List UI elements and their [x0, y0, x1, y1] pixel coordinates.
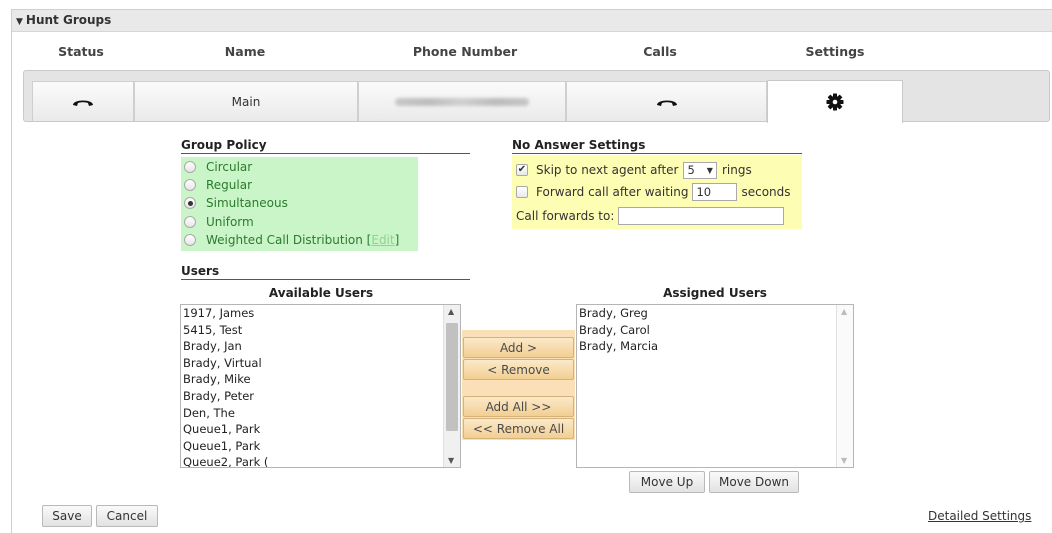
cancel-button[interactable]: Cancel	[96, 505, 158, 527]
available-user-item[interactable]: Queue1, Park	[181, 438, 460, 455]
settings-tab[interactable]	[767, 80, 903, 123]
group-policy-title: Group Policy	[181, 138, 470, 154]
forward-label: Forward call after waiting	[536, 185, 689, 199]
available-user-item[interactable]: 1917, James	[181, 305, 460, 322]
status-cell[interactable]	[32, 81, 134, 121]
collapse-triangle-icon[interactable]: ▼	[16, 17, 23, 27]
seconds-label: seconds	[741, 185, 791, 199]
users-title: Users	[181, 264, 470, 280]
save-button[interactable]: Save	[42, 505, 92, 527]
call-forwards-label: Call forwards to:	[516, 209, 615, 223]
group-name: Main	[231, 94, 261, 109]
available-users-items: 1917, James 5415, Test Brady, Jan Brady, Vi…	[181, 305, 460, 467]
call-forwards-row: Call forwards to:	[516, 206, 785, 226]
forward-call-row: Forward call after waiting seconds	[516, 182, 791, 202]
skip-agent-checkbox[interactable]: ✔	[516, 164, 528, 176]
assigned-users-scrollbar[interactable]: ▲ ▼	[836, 305, 853, 467]
panel-header[interactable]: ▼ Hunt Groups	[12, 10, 1052, 32]
no-answer-title: No Answer Settings	[512, 138, 802, 154]
skip-label: Skip to next agent after	[536, 163, 679, 177]
available-user-item[interactable]: Brady, Virtual	[181, 355, 460, 372]
policy-label: Regular	[206, 178, 253, 192]
assigned-user-item[interactable]: Brady, Marcia	[577, 338, 853, 355]
edit-weighted-link[interactable]: Edit	[371, 233, 394, 247]
rings-value: 5	[687, 163, 695, 177]
available-user-item[interactable]: Den, The	[181, 405, 460, 422]
forward-seconds-input[interactable]	[692, 183, 738, 201]
policy-option-simultaneous[interactable]: Simultaneous	[184, 194, 288, 212]
assigned-users-title: Assigned Users	[663, 286, 767, 300]
column-header-status: Status	[58, 44, 104, 59]
available-user-item[interactable]: 5415, Test	[181, 322, 460, 339]
radio-button[interactable]	[184, 161, 196, 173]
add-user-button[interactable]: Add >	[463, 337, 574, 358]
phone-number-redacted	[395, 97, 529, 106]
policy-label: Uniform	[206, 215, 254, 229]
available-user-item[interactable]: Queue2, Park (	[181, 454, 460, 467]
add-all-users-button[interactable]: Add All >>	[463, 396, 574, 417]
radio-button-selected[interactable]	[184, 197, 196, 209]
assigned-users-items: Brady, Greg Brady, Carol Brady, Marcia	[577, 305, 853, 355]
available-user-item[interactable]: Queue1, Park	[181, 421, 460, 438]
policy-label: Circular	[206, 160, 253, 174]
move-down-button[interactable]: Move Down	[709, 471, 799, 493]
available-users-list[interactable]: 1917, James 5415, Test Brady, Jan Brady, Vi…	[180, 304, 461, 468]
panel-title[interactable]: ▼ Hunt Groups	[16, 13, 111, 27]
edit-bracket-close: ]	[394, 233, 400, 247]
policy-option-weighted[interactable]: Weighted Call Distribution [Edit]	[184, 231, 399, 249]
available-user-item[interactable]: Brady, Jan	[181, 338, 460, 355]
radio-button[interactable]	[184, 234, 196, 246]
radio-button[interactable]	[184, 179, 196, 191]
forward-call-checkbox[interactable]	[516, 186, 528, 198]
available-users-scrollbar[interactable]: ▲ ▼	[443, 305, 460, 467]
detailed-settings-link[interactable]: Detailed Settings	[928, 509, 1031, 523]
column-header-name: Name	[224, 44, 266, 59]
available-users-title: Available Users	[268, 286, 374, 300]
scroll-up-icon[interactable]: ▲	[841, 307, 847, 316]
phone-number-cell[interactable]	[358, 81, 566, 121]
chevron-down-icon: ▼	[706, 165, 713, 175]
scroll-up-icon[interactable]: ▲	[448, 307, 454, 316]
phone-handset-icon	[73, 100, 93, 106]
assigned-user-item[interactable]: Brady, Carol	[577, 322, 853, 339]
calls-cell[interactable]	[566, 81, 767, 121]
column-header-calls: Calls	[643, 44, 677, 59]
available-user-item[interactable]: Brady, Mike	[181, 371, 460, 388]
remove-user-button[interactable]: < Remove	[463, 359, 574, 380]
move-up-button[interactable]: Move Up	[629, 471, 705, 493]
available-user-item[interactable]: Brady, Peter	[181, 388, 460, 405]
scroll-down-icon[interactable]: ▼	[448, 456, 454, 465]
gear-icon	[826, 93, 844, 111]
assigned-users-list[interactable]: Brady, Greg Brady, Carol Brady, Marcia ▲ ▼	[576, 304, 854, 468]
skip-agent-row: ✔ Skip to next agent after 5 ▼ rings	[516, 160, 752, 180]
policy-label: Simultaneous	[206, 196, 288, 210]
scrollbar-thumb[interactable]	[446, 323, 458, 431]
panel-title-text: Hunt Groups	[25, 13, 112, 27]
phone-handset-icon	[656, 100, 677, 106]
assigned-user-item[interactable]: Brady, Greg	[577, 305, 853, 322]
remove-all-users-button[interactable]: << Remove All	[463, 418, 574, 439]
scroll-down-icon[interactable]: ▼	[841, 456, 847, 465]
policy-option-circular[interactable]: Circular	[184, 158, 252, 176]
policy-option-regular[interactable]: Regular	[184, 176, 252, 194]
name-cell[interactable]: Main	[134, 81, 358, 121]
rings-label: rings	[721, 163, 752, 177]
policy-label: Weighted Call Distribution	[206, 233, 363, 247]
call-forwards-input[interactable]	[618, 207, 785, 225]
column-header-phone: Phone Number	[412, 44, 518, 59]
policy-option-uniform[interactable]: Uniform	[184, 213, 254, 231]
rings-select[interactable]: 5 ▼	[683, 161, 717, 179]
column-header-settings: Settings	[805, 44, 865, 59]
radio-button[interactable]	[184, 216, 196, 228]
